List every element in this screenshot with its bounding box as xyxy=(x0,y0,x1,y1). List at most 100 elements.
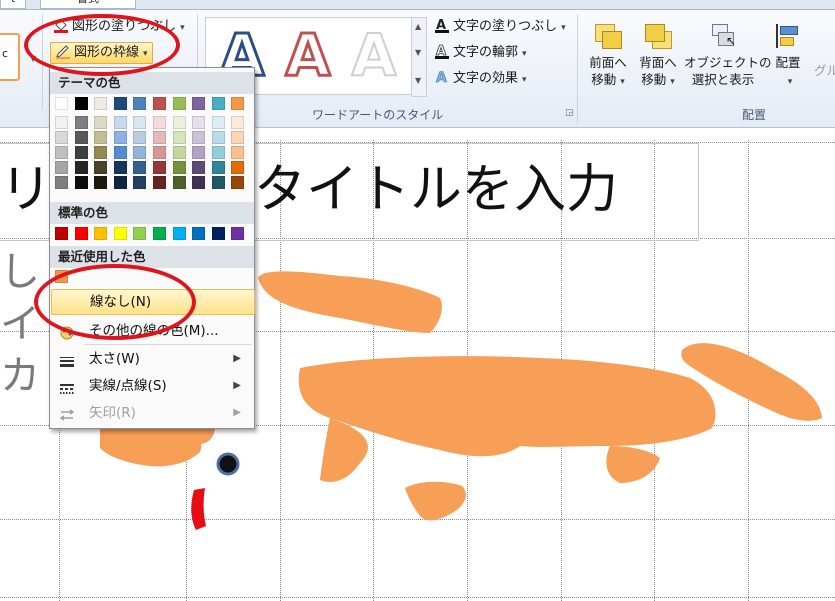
theme-color-shade-swatch[interactable] xyxy=(94,131,108,144)
theme-color-shade-swatch[interactable] xyxy=(192,146,206,159)
theme-color-shade-swatch[interactable] xyxy=(133,131,147,144)
theme-color-shade-swatch[interactable] xyxy=(211,176,225,189)
theme-color-shade-swatch[interactable] xyxy=(231,161,245,174)
theme-color-shade-swatch[interactable] xyxy=(133,116,147,129)
theme-color-shade-swatch[interactable] xyxy=(55,176,68,189)
theme-color-shade-swatch[interactable] xyxy=(231,176,245,189)
theme-color-shade-swatch[interactable] xyxy=(192,116,206,129)
standard-color-swatch[interactable] xyxy=(211,227,225,240)
theme-color-swatch[interactable] xyxy=(74,97,88,110)
shape-leg-back[interactable] xyxy=(606,446,660,483)
shape-style-preview[interactable]: c xyxy=(0,33,20,81)
dashes-item[interactable]: 実線/点線(S) ▶ xyxy=(51,374,253,398)
theme-color-shade-swatch[interactable] xyxy=(211,116,225,129)
theme-color-shade-swatch[interactable] xyxy=(172,116,186,129)
dialog-launcher-icon[interactable]: ◲ xyxy=(565,108,574,118)
theme-color-shade-swatch[interactable] xyxy=(55,116,68,129)
weight-item[interactable]: 太さ(W) ▶ xyxy=(51,347,253,371)
theme-color-shade-swatch[interactable] xyxy=(74,131,88,144)
theme-color-shade-swatch[interactable] xyxy=(74,146,88,159)
theme-color-swatch[interactable] xyxy=(211,97,225,110)
standard-color-swatch[interactable] xyxy=(192,227,206,240)
separator xyxy=(577,14,578,124)
theme-color-shade-swatch[interactable] xyxy=(133,161,147,174)
theme-color-shade-swatch[interactable] xyxy=(94,146,108,159)
theme-color-swatch[interactable] xyxy=(231,97,245,110)
theme-color-shade-swatch[interactable] xyxy=(113,146,127,159)
theme-color-shade-swatch[interactable] xyxy=(153,146,166,159)
theme-color-shade-swatch[interactable] xyxy=(153,161,166,174)
text-outline-label: 文字の輪郭 xyxy=(453,45,519,60)
standard-color-swatch[interactable] xyxy=(55,227,68,240)
text-fill-button[interactable]: A 文字の塗りつぶし ▾ xyxy=(434,17,566,37)
theme-color-swatch[interactable] xyxy=(153,97,166,110)
theme-color-shade-swatch[interactable] xyxy=(192,176,206,189)
standard-color-swatch[interactable] xyxy=(172,227,186,240)
theme-color-shade-swatch[interactable] xyxy=(172,176,186,189)
shape-ear-top[interactable] xyxy=(258,271,442,333)
theme-color-shade-swatch[interactable] xyxy=(94,116,108,129)
theme-color-shade-swatch[interactable] xyxy=(172,131,186,144)
wordart-glyph: A xyxy=(284,21,332,90)
align-button[interactable]: 配置 ▾ xyxy=(768,22,808,91)
bring-forward-button[interactable]: 前面へ 移動 ▾ xyxy=(584,22,632,91)
theme-color-swatch[interactable] xyxy=(55,97,68,110)
shape-tongue[interactable] xyxy=(191,488,206,530)
theme-color-shade-swatch[interactable] xyxy=(192,161,206,174)
chevron-right-icon: ▶ xyxy=(233,353,241,364)
standard-color-swatch[interactable] xyxy=(231,227,245,240)
text-fill-icon: A xyxy=(434,17,450,33)
theme-color-shade-swatch[interactable] xyxy=(74,116,88,129)
theme-color-shade-swatch[interactable] xyxy=(94,176,108,189)
theme-color-swatch[interactable] xyxy=(113,97,127,110)
theme-color-shade-swatch[interactable] xyxy=(153,116,166,129)
text-effects-button[interactable]: A 文字の効果 ▾ xyxy=(434,69,527,89)
chevron-down-icon: ▾ xyxy=(180,23,185,33)
theme-color-shade-swatch[interactable] xyxy=(153,176,166,189)
theme-color-shade-swatch[interactable] xyxy=(55,161,68,174)
wordart-style-3[interactable]: A xyxy=(344,21,404,89)
theme-color-shade-swatch[interactable] xyxy=(231,116,245,129)
standard-color-swatch[interactable] xyxy=(153,227,166,240)
theme-color-swatch[interactable] xyxy=(133,97,147,110)
theme-color-shade-swatch[interactable] xyxy=(113,176,127,189)
group-button-partial[interactable]: グル xyxy=(814,62,835,79)
tab-format[interactable]: 書式 xyxy=(40,0,136,9)
theme-color-shade-swatch[interactable] xyxy=(153,131,166,144)
standard-color-swatch[interactable] xyxy=(94,227,108,240)
standard-color-swatch[interactable] xyxy=(113,227,127,240)
theme-color-shade-swatch[interactable] xyxy=(211,131,225,144)
theme-color-shade-swatch[interactable] xyxy=(133,176,147,189)
tab-partial-left[interactable]: t xyxy=(0,0,27,9)
theme-color-shade-swatch[interactable] xyxy=(192,131,206,144)
wordart-gallery-scroll[interactable]: ▲ ▼ ▼ xyxy=(411,17,427,97)
theme-color-shade-swatch[interactable] xyxy=(211,146,225,159)
shape-paw[interactable] xyxy=(405,481,466,521)
shape-eye[interactable] xyxy=(216,452,240,476)
theme-color-shade-swatch[interactable] xyxy=(55,131,68,144)
theme-color-shade-swatch[interactable] xyxy=(55,146,68,159)
theme-color-shade-swatch[interactable] xyxy=(113,161,127,174)
theme-color-shade-swatch[interactable] xyxy=(172,146,186,159)
theme-color-swatch[interactable] xyxy=(94,97,108,110)
theme-color-shade-swatch[interactable] xyxy=(231,146,245,159)
send-backward-button[interactable]: 背面へ 移動 ▾ xyxy=(634,22,682,91)
theme-color-shade-swatch[interactable] xyxy=(133,146,147,159)
standard-color-swatch[interactable] xyxy=(74,227,88,240)
more-icon: ▼ xyxy=(415,76,422,85)
theme-color-shade-swatch[interactable] xyxy=(74,176,88,189)
theme-color-shade-swatch[interactable] xyxy=(211,161,225,174)
text-outline-button[interactable]: A 文字の輪郭 ▾ xyxy=(434,43,527,63)
selection-pane-button[interactable]: ↖ オブジェクトの 選択と表示 xyxy=(684,22,772,88)
theme-color-shade-swatch[interactable] xyxy=(113,131,127,144)
theme-color-swatch[interactable] xyxy=(192,97,206,110)
theme-color-swatch[interactable] xyxy=(172,97,186,110)
theme-color-shade-swatch[interactable] xyxy=(172,161,186,174)
theme-color-shade-swatch[interactable] xyxy=(74,161,88,174)
theme-color-shade-swatch[interactable] xyxy=(113,116,127,129)
wordart-style-2[interactable]: A xyxy=(278,21,338,90)
theme-color-shade-swatch[interactable] xyxy=(231,131,245,144)
theme-color-shade-swatch[interactable] xyxy=(94,161,108,174)
arrows-item[interactable]: 矢印(R) ▶ xyxy=(51,401,253,425)
standard-color-swatch[interactable] xyxy=(133,227,147,240)
